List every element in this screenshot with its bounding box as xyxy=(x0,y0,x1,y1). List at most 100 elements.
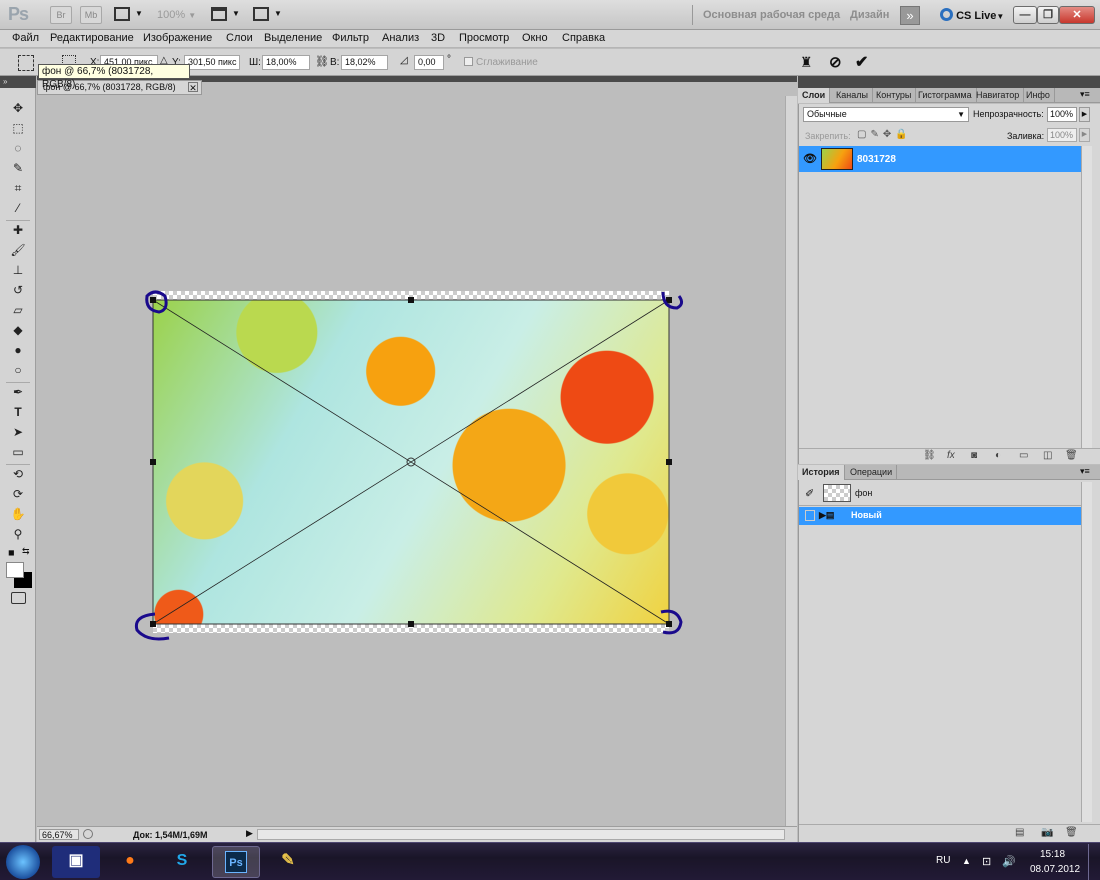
blend-mode-select[interactable]: Обычные ▼ xyxy=(803,107,969,122)
history-brush-source-checkbox[interactable] xyxy=(805,510,815,521)
commit-transform-icon[interactable]: ✔ xyxy=(855,52,868,72)
smoothing-checkbox[interactable] xyxy=(464,57,473,66)
default-colors-icon[interactable]: ◼ xyxy=(8,548,15,557)
fill-field[interactable]: 100% xyxy=(1047,128,1077,142)
workspace-design[interactable]: Дизайн xyxy=(850,9,889,21)
visibility-eye-icon[interactable]: 👁 xyxy=(803,152,817,165)
paint-icon[interactable]: ✎ xyxy=(264,846,312,878)
view-extras-icon[interactable]: ▼ xyxy=(114,7,143,23)
photoshop-taskbar-icon[interactable]: Ps xyxy=(212,846,260,878)
arrange-documents-icon[interactable]: ▼ xyxy=(211,7,240,23)
minimize-button[interactable]: — xyxy=(1013,6,1037,24)
rectangle-tool-icon[interactable]: ▭ xyxy=(10,444,26,460)
layer-mask-icon[interactable]: ◙ xyxy=(971,450,977,461)
tab-info[interactable]: Инфо xyxy=(1022,88,1055,103)
language-indicator[interactable]: RU xyxy=(936,855,950,866)
history-menu-icon[interactable]: ▾≡ xyxy=(1080,466,1090,477)
layers-scrollbar[interactable] xyxy=(1081,146,1092,448)
menu-select[interactable]: Выделение xyxy=(264,32,322,44)
show-desktop-button[interactable] xyxy=(1088,844,1100,880)
lasso-tool-icon[interactable]: ◌ xyxy=(10,140,26,156)
dodge-tool-icon[interactable]: ○ xyxy=(10,362,26,378)
crop-tool-icon[interactable]: ⌗ xyxy=(10,180,26,196)
history-snapshot-row[interactable]: ✐ фон xyxy=(799,482,1081,506)
tab-layers[interactable]: Слои xyxy=(798,88,831,103)
path-selection-tool-icon[interactable]: ➤ xyxy=(10,424,26,440)
hand-tool-icon[interactable]: ✋ xyxy=(10,506,26,522)
quick-mask-icon[interactable] xyxy=(11,592,26,604)
menu-window[interactable]: Окно xyxy=(522,32,548,44)
menu-analysis[interactable]: Анализ xyxy=(382,32,419,44)
blur-tool-icon[interactable]: ● xyxy=(10,342,26,358)
zoom-tool-icon[interactable]: ⚲ xyxy=(10,526,26,542)
3d-orbit-tool-icon[interactable]: ⟳ xyxy=(10,486,26,502)
bridge-button[interactable]: Br xyxy=(50,6,72,24)
menu-view[interactable]: Просмотр xyxy=(459,32,509,44)
horizontal-scrollbar[interactable] xyxy=(257,829,785,840)
menu-file[interactable]: Файл xyxy=(12,32,39,44)
menu-layer[interactable]: Слои xyxy=(226,32,253,44)
delete-state-icon[interactable]: 🗑 xyxy=(1065,827,1078,838)
swap-colors-icon[interactable]: ⇆ xyxy=(22,546,30,557)
new-layer-icon[interactable]: ◫ xyxy=(1043,450,1052,461)
angle-field[interactable]: 0,00 xyxy=(414,55,444,70)
vertical-scrollbar[interactable] xyxy=(785,96,797,826)
cs-live-menu[interactable]: CS Live▼ xyxy=(940,8,1004,22)
tools-panel-header[interactable]: » xyxy=(0,76,36,88)
new-document-from-state-icon[interactable]: ▤ xyxy=(1015,827,1024,838)
clock-time[interactable]: 15:18 xyxy=(1040,849,1065,860)
history-state-row[interactable]: ▶▤ Новый xyxy=(799,507,1081,525)
menu-edit[interactable]: Редактирование xyxy=(50,32,134,44)
3d-rotate-tool-icon[interactable]: ⟲ xyxy=(10,466,26,482)
show-hidden-icons[interactable]: ▲ xyxy=(962,856,971,866)
close-button[interactable]: ✕ xyxy=(1059,6,1095,24)
type-tool-icon[interactable]: T xyxy=(10,404,26,420)
tab-actions[interactable]: Операции xyxy=(846,465,898,480)
pen-tool-icon[interactable]: ✒ xyxy=(10,384,26,400)
delete-layer-icon[interactable]: 🗑 xyxy=(1065,450,1078,461)
maximize-button[interactable]: ❐ xyxy=(1037,6,1059,24)
quick-selection-tool-icon[interactable]: ✎ xyxy=(10,160,26,176)
transform-tool-icon[interactable] xyxy=(18,55,34,71)
brush-tool-icon[interactable]: 🖌 xyxy=(10,242,26,258)
status-options-icon[interactable] xyxy=(83,829,93,839)
zoom-level-dropdown[interactable]: 100% ▼ xyxy=(157,9,196,21)
healing-brush-tool-icon[interactable]: ✚ xyxy=(10,222,26,238)
more-workspaces-button[interactable]: » xyxy=(900,6,920,25)
tab-history[interactable]: История xyxy=(798,465,845,480)
adjustment-layer-icon[interactable]: ◐ xyxy=(995,450,1001,461)
link-layers-icon[interactable]: ⛓ xyxy=(923,450,936,461)
zoom-field[interactable]: 66,67% xyxy=(39,829,79,840)
save-app-icon[interactable]: ▣ xyxy=(52,846,100,878)
y-position-field[interactable]: 301,50 пикс xyxy=(184,55,240,70)
foreground-color-swatch[interactable] xyxy=(6,562,24,578)
move-tool-icon[interactable]: ✥ xyxy=(10,100,26,116)
snapshot-brush-icon[interactable]: ✐ xyxy=(805,487,814,500)
tab-histogram[interactable]: Гистограмма xyxy=(914,88,977,103)
workspace-essentials[interactable]: Основная рабочая среда xyxy=(703,9,840,21)
history-brush-tool-icon[interactable]: ↺ xyxy=(10,282,26,298)
link-icon[interactable]: ⛓ xyxy=(315,55,329,68)
cancel-transform-icon[interactable]: ⊘ xyxy=(829,53,842,71)
clone-stamp-tool-icon[interactable]: ⊥ xyxy=(10,262,26,278)
history-scrollbar[interactable] xyxy=(1081,482,1092,822)
mini-bridge-button[interactable]: Mb xyxy=(80,6,102,24)
paint-bucket-tool-icon[interactable]: ◆ xyxy=(10,322,26,338)
canvas-area[interactable] xyxy=(37,96,785,826)
new-snapshot-icon[interactable]: 📷 xyxy=(1041,827,1053,838)
panel-menu-icon[interactable]: ▾≡ xyxy=(1080,89,1090,100)
fill-slider-button[interactable]: ▶ xyxy=(1079,128,1090,142)
height-field[interactable]: 18,02% xyxy=(341,55,388,70)
opacity-field[interactable]: 100% xyxy=(1047,107,1077,122)
new-group-icon[interactable]: ▭ xyxy=(1019,450,1028,461)
volume-icon[interactable]: 🔊 xyxy=(1002,855,1016,868)
menu-image[interactable]: Изображение xyxy=(143,32,212,44)
eyedropper-tool-icon[interactable]: ⁄ xyxy=(10,200,26,216)
tab-channels[interactable]: Каналы xyxy=(832,88,873,103)
close-document-icon[interactable]: ✕ xyxy=(188,82,198,93)
opacity-slider-button[interactable]: ▶ xyxy=(1079,107,1090,122)
tab-paths[interactable]: Контуры xyxy=(872,88,917,103)
status-menu-arrow-icon[interactable]: ▶ xyxy=(246,828,253,839)
skype-icon[interactable]: S xyxy=(158,846,206,878)
layer-row[interactable]: 👁 8031728 xyxy=(799,146,1081,172)
